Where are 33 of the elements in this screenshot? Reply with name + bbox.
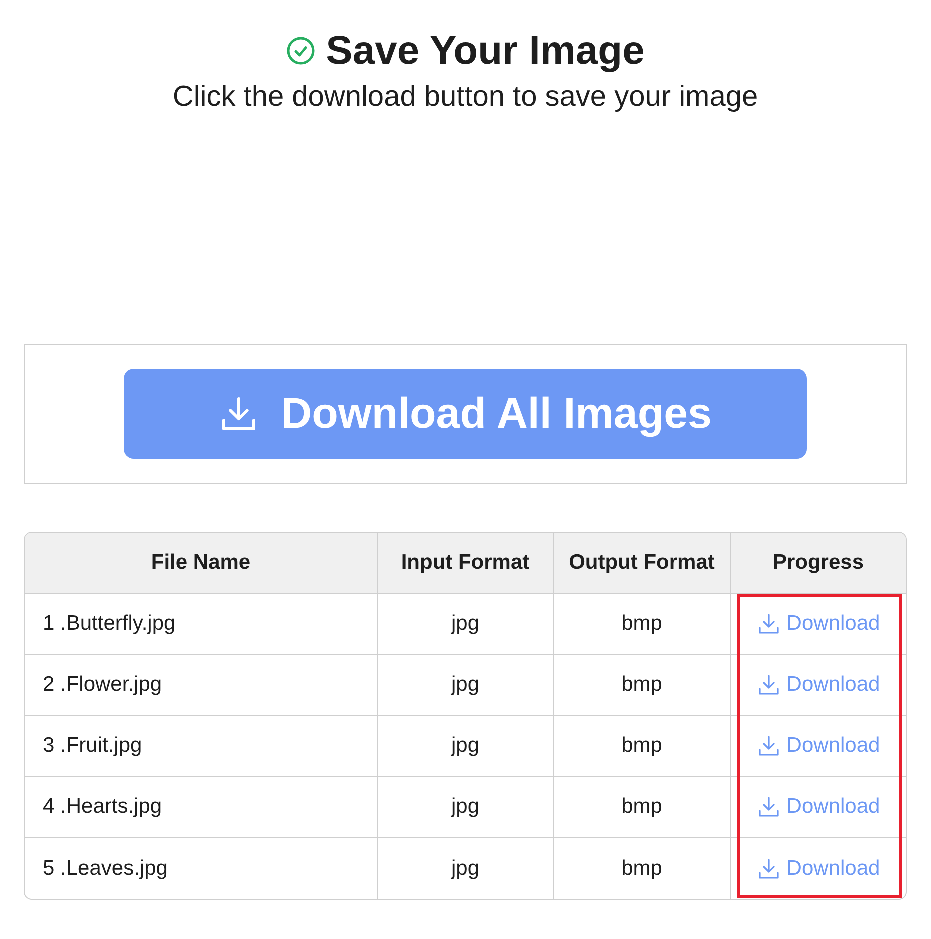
page-subtitle: Click the download button to save your image [172, 80, 758, 115]
table-cell: jpg [377, 594, 553, 655]
table-cell: jpg [377, 838, 553, 899]
table-cell: bmp [553, 594, 730, 655]
download-link[interactable]: Download [756, 734, 880, 758]
table-cell: bmp [553, 655, 730, 716]
download-link[interactable]: Download [756, 612, 880, 636]
download-icon [756, 734, 781, 758]
download-link[interactable]: Download [756, 673, 880, 697]
table-cell: bmp [553, 838, 730, 899]
table-cell: bmp [553, 716, 730, 777]
table-cell: jpg [377, 777, 553, 838]
table-cell: 2 .Flower.jpg [25, 655, 377, 716]
table-cell: jpg [377, 716, 553, 777]
check-circle-icon [286, 36, 316, 66]
table-cell: 1 .Butterfly.jpg [25, 594, 377, 655]
download-icon [756, 673, 781, 697]
download-icon [756, 795, 781, 819]
page-title: Save Your Image [326, 28, 645, 74]
column-header: Output Format [553, 533, 730, 594]
column-header: Progress [730, 533, 906, 594]
table-cell: 4 .Hearts.jpg [25, 777, 377, 838]
column-header: File Name [25, 533, 377, 594]
table-cell: bmp [553, 777, 730, 838]
download-link[interactable]: Download [756, 795, 880, 819]
download-all-button[interactable]: Download All Images [124, 369, 807, 459]
table-cell: 3 .Fruit.jpg [25, 716, 377, 777]
download-icon [756, 612, 781, 636]
download-link[interactable]: Download [756, 856, 880, 880]
table-cell: jpg [377, 655, 553, 716]
download-icon [756, 856, 781, 880]
table-cell-text: 5 .Leaves.jpg [42, 856, 169, 882]
column-header: Input Format [377, 533, 553, 594]
